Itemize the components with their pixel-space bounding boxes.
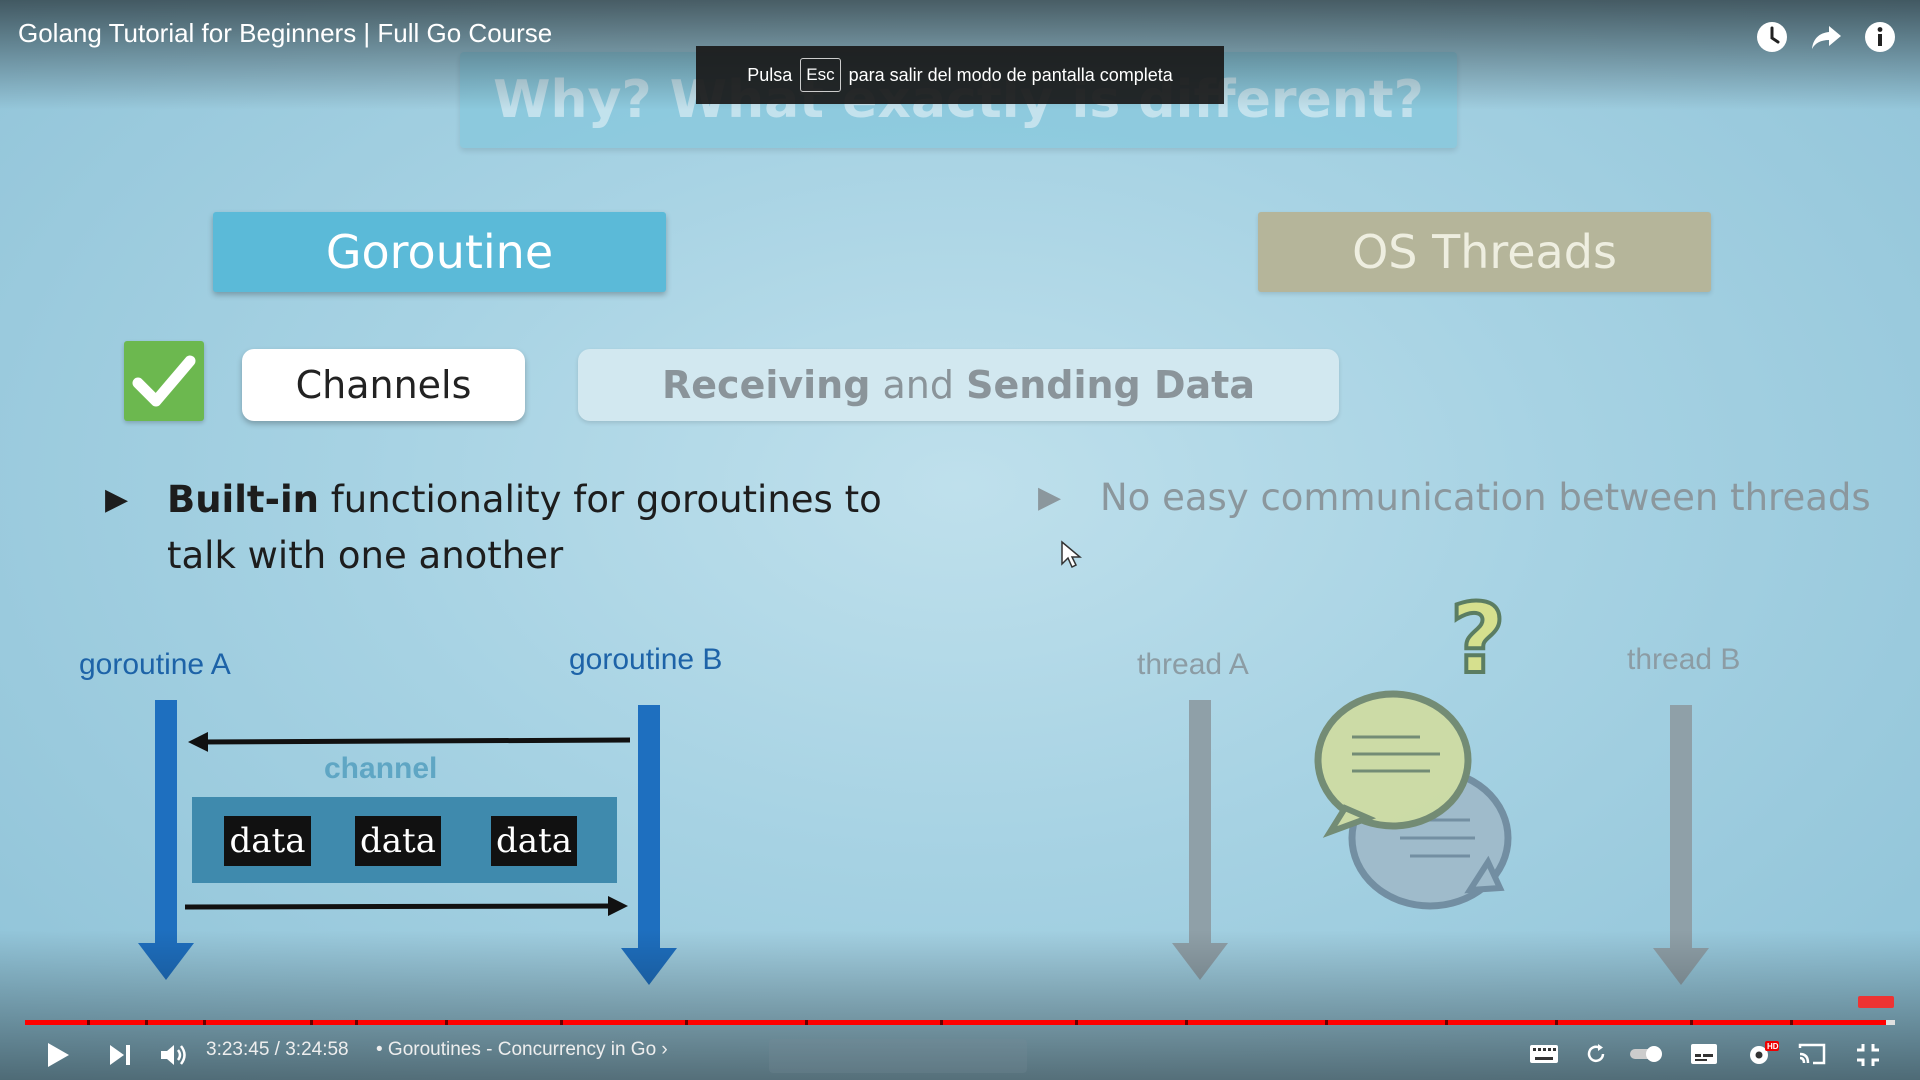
chapter-marker [1185,1020,1188,1025]
toast-suffix: para salir del modo de pantalla completa [848,64,1173,85]
exit-fullscreen-button[interactable] [1855,1042,1881,1072]
clock-icon [1757,22,1787,52]
volume-icon [161,1045,186,1065]
chapter-marker [1790,1020,1793,1025]
chapter-marker [87,1020,90,1025]
chapter-marker [940,1020,943,1025]
video-player[interactable]: Why? What exactly is different? Goroutin… [0,0,1920,1080]
chapter-title[interactable]: • Goroutines - Concurrency in Go › [376,1039,668,1061]
settings-button[interactable]: HD [1745,1040,1779,1072]
toast-prefix: Pulsa [747,64,793,85]
watch-later-button[interactable] [1755,20,1789,54]
youtube-badge [1858,996,1894,1008]
chapter-marker [1325,1020,1328,1025]
data-chip: data [491,816,577,866]
chapter-marker [560,1020,563,1025]
progress-fill [25,1020,1886,1025]
gear-icon: HD [1750,1041,1779,1064]
cast-button[interactable] [1797,1042,1827,1070]
progress-bar[interactable] [25,1020,1895,1025]
play-icon [48,1043,69,1067]
data-chip: data [355,816,441,866]
play-button[interactable] [44,1040,72,1074]
volume-button[interactable] [158,1041,188,1073]
keyboard-button[interactable] [1529,1042,1559,1070]
subtitles-button[interactable] [1690,1042,1718,1070]
skip-next-icon [110,1045,130,1065]
extension-toolbar[interactable] [769,1039,1027,1073]
autoplay-toggle[interactable] [1629,1043,1665,1069]
chapter-marker [1555,1020,1558,1025]
question-mark-icon: ? [1450,583,1506,695]
fullscreen-toast: Pulsa Esc para salir del modo de pantall… [696,46,1224,104]
esc-key: Esc [800,58,841,92]
chapter-marker [805,1020,808,1025]
chapter-marker [203,1020,206,1025]
chapter-marker [1445,1020,1448,1025]
channel-label: channel [324,752,438,785]
share-button[interactable] [1809,20,1843,54]
toggle-icon [1630,1046,1662,1062]
chapter-marker [145,1020,148,1025]
cast-icon [1798,1043,1826,1065]
loop-button[interactable] [1584,1042,1608,1070]
chapter-marker [445,1020,448,1025]
video-title[interactable]: Golang Tutorial for Beginners | Full Go … [18,18,552,49]
mouse-cursor-icon [1061,540,1082,569]
svg-text:HD: HD [1767,1042,1779,1051]
chapter-marker [310,1020,313,1025]
keyboard-icon [1530,1045,1558,1063]
subtitles-icon [1691,1044,1717,1064]
refresh-icon [1587,1044,1605,1063]
next-button[interactable] [107,1041,133,1073]
chapter-marker [355,1020,358,1025]
diagram-arrows: ? [138,581,1709,985]
channel-arrow-left [188,731,631,752]
chapter-marker [685,1020,688,1025]
chapter-marker [1075,1020,1078,1025]
speech-bubbles-icon [1314,690,1512,910]
share-icon [1812,26,1841,49]
chapter-marker [1690,1020,1693,1025]
exit-fullscreen-icon [1857,1044,1879,1066]
time-display: 3:23:45 / 3:24:58 [206,1039,349,1060]
channel-arrow-right [184,896,628,917]
info-icon [1865,22,1895,52]
info-button[interactable] [1863,20,1897,54]
data-chip: data [224,816,311,866]
